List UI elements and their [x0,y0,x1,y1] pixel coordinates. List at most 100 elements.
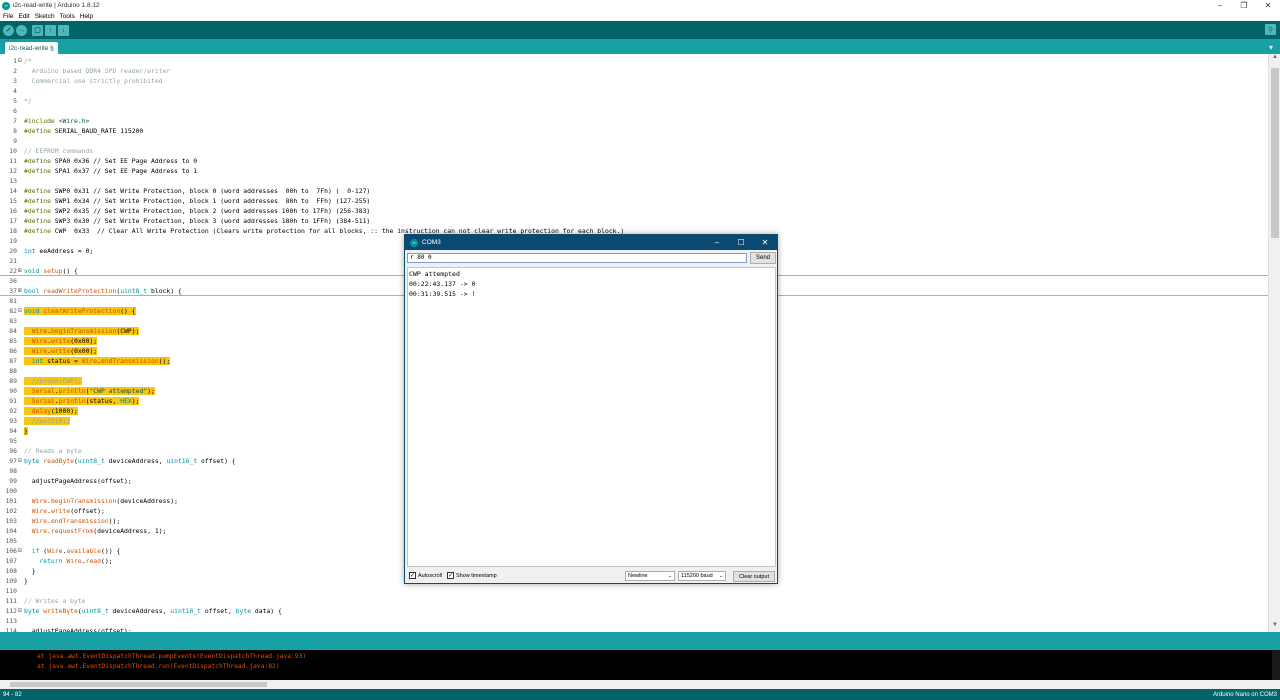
tabs-bar: i2c-read-write § ▾ [0,39,1280,54]
menu-tools[interactable]: Tools [60,13,75,20]
baud-rate-select[interactable]: 115200 baud ⌄ [678,571,726,581]
fold-collapse-icon[interactable]: ⊟ [18,546,23,556]
tab-menu-icon[interactable]: ▾ [1266,42,1276,52]
show-timestamp-checkbox[interactable]: ✓ Show timestamp [447,572,497,579]
code-token: data) { [251,607,282,615]
code-token: offset, [201,607,236,615]
code-token: Serial [31,387,55,395]
code-line[interactable]: 1 ⊟/* [0,56,1268,66]
console-divider[interactable] [0,632,1280,650]
fold-collapse-icon[interactable]: ⊟ [18,456,23,466]
code-content: } [24,577,28,585]
code-token: status = [43,357,82,365]
upload-button[interactable]: → [16,24,27,36]
code-token: (deviceAddress, 1); [93,527,167,535]
code-token: SPA0 0x36 // Set EE Page Address to 0 [54,157,198,165]
line-number: 7 [13,117,17,125]
code-token: () { [120,307,136,315]
clear-output-button[interactable]: Clear output [733,571,775,582]
code-token: SWP0 0x31 // Set Write Protection, block… [54,187,371,195]
window-title: i2c-read-write | Arduino 1.8.12 [13,2,100,9]
scroll-thumb[interactable] [1271,68,1279,238]
new-sketch-button[interactable]: ▢ [32,24,43,36]
code-line[interactable]: 13 [0,176,1268,186]
code-text: Wire.requestFrom(deviceAddress, 1); [24,526,167,536]
code-token: Wire [31,517,48,525]
scroll-down-icon[interactable]: ▼ [1269,622,1280,632]
open-sketch-button[interactable]: ↑ [45,24,56,36]
code-text: adjustPageAddress(offset); [24,476,132,486]
fold-collapse-icon[interactable]: ⊟ [18,306,23,316]
code-token: (CWP); [116,327,140,335]
code-line[interactable]: 9 [0,136,1268,146]
serial-monitor-button[interactable]: ⚲ [1265,24,1276,35]
arduino-logo-icon: ∞ [2,1,10,10]
console-horizontal-scrollbar[interactable] [0,680,1280,689]
code-line[interactable]: 5 */ [0,96,1268,106]
line-number: 97 [9,457,17,465]
console-output: at java.awt.EventDispatchThread.pumpEven… [0,650,1280,680]
code-token: "CWP attempted" [89,387,148,395]
verify-button[interactable]: ✓ [3,24,14,36]
fold-collapse-icon[interactable]: ⊟ [18,606,23,616]
hscroll-thumb[interactable] [10,682,267,687]
code-line[interactable]: 112 ⊟ byte writeByte(uint8_t deviceAddress… [0,606,1268,616]
code-line[interactable]: 6 [0,106,1268,116]
editor-vertical-scrollbar[interactable]: ▲ ▼ [1268,54,1280,632]
code-line[interactable]: 12 #define SPA1 0x37 // Set EE Page Addre… [0,166,1268,176]
line-number: 5 [13,97,17,105]
code-text: #define SWP1 0x34 // Set Write Protectio… [24,196,370,206]
code-token: #define [24,207,55,215]
code-token: (offset); [70,507,105,515]
highlighted-code: //exit(0); [24,417,71,425]
code-line[interactable]: 111 // Writes a byte [0,596,1268,606]
save-sketch-button[interactable]: ↓ [58,24,69,36]
code-line[interactable]: 113 [0,616,1268,626]
close-icon[interactable]: ✕ [753,235,777,250]
menu-sketch[interactable]: Sketch [35,13,55,20]
tab-i2c-read-write[interactable]: i2c-read-write § [5,42,58,54]
code-token: #include [24,117,59,125]
code-line[interactable]: 15 #define SWP1 0x34 // Set Write Protect… [0,196,1268,206]
code-line[interactable]: 2 Arduino based DDR4 SPD reader/writer [0,66,1268,76]
highlighted-code: Wire.beginTransmission(CWP); [24,327,140,335]
code-line[interactable]: 17 #define SWP3 0x30 // Set Write Protect… [0,216,1268,226]
code-token: int [24,247,36,255]
serial-monitor-titlebar[interactable]: ∞ COM3 – ☐ ✕ [405,235,777,250]
menu-file[interactable]: File [3,13,13,20]
line-number: 102 [5,507,17,515]
minimize-icon[interactable]: – [1208,0,1232,11]
serial-monitor-window: ∞ COM3 – ☐ ✕ r 80 0 Send CWP attempted 0… [404,234,778,584]
code-token: byte [24,607,40,615]
fold-collapse-icon[interactable]: ⊟ [18,56,23,66]
console-vertical-scrollbar[interactable] [1272,650,1280,680]
scroll-up-icon[interactable]: ▲ [1269,54,1280,64]
code-line[interactable]: 10 // EEPROM commands [0,146,1268,156]
autoscroll-checkbox[interactable]: ✓ Autoscroll [409,572,442,579]
close-icon[interactable]: ✕ [1256,0,1280,11]
menu-help[interactable]: Help [80,13,93,20]
code-line[interactable]: 110 [0,586,1268,596]
menu-edit[interactable]: Edit [18,13,29,20]
line-number: 9 [13,137,17,145]
code-text: } [24,566,36,576]
code-token: byte [24,457,40,465]
minimize-icon[interactable]: – [705,235,729,250]
send-button[interactable]: Send [750,252,776,264]
code-line[interactable]: 8 #define SERIAL_BAUD_RATE 115200 [0,126,1268,136]
code-token: } [24,567,36,575]
maximize-icon[interactable]: ☐ [729,235,753,250]
code-line[interactable]: 4 [0,86,1268,96]
code-line[interactable]: 16 #define SWP2 0x35 // Set Write Protect… [0,206,1268,216]
code-token: readByte [43,457,75,465]
code-line[interactable]: 11 #define SPA0 0x36 // Set EE Page Addre… [0,156,1268,166]
code-line[interactable]: 14 #define SWP0 0x31 // Set Write Protect… [0,186,1268,196]
maximize-icon[interactable]: ❐ [1232,0,1256,11]
code-line[interactable]: 7 #include <Wire.h> [0,116,1268,126]
code-line[interactable]: 3 Commercial use strictly prohibited [0,76,1268,86]
serial-output-area[interactable]: CWP attempted 00:22:43.137 -> 0 00:31:39… [407,267,776,567]
serial-send-input[interactable]: r 80 0 [407,253,747,263]
line-ending-select[interactable]: Newline ⌄ [625,571,675,581]
